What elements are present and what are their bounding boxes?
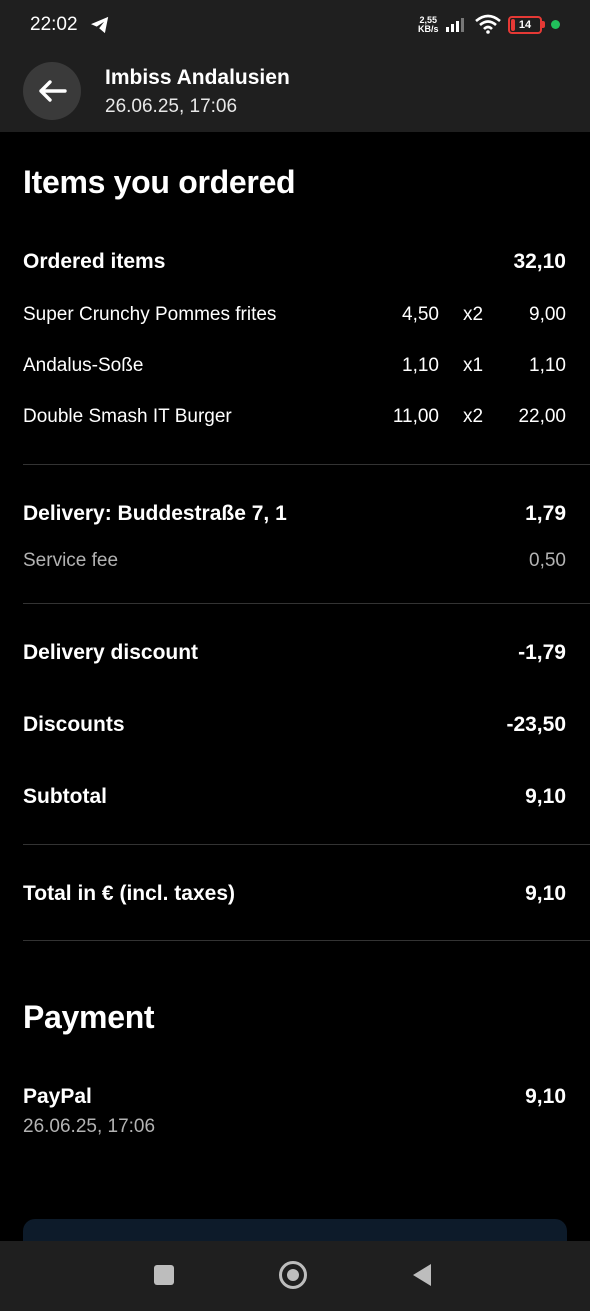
items-section-title: Items you ordered [23, 164, 296, 200]
battery-percentage: 14 [518, 19, 532, 31]
restaurant-name: Imbiss Andalusien [105, 66, 290, 89]
payment-amount: 9,10 [525, 1085, 566, 1108]
privacy-indicator-dot [551, 20, 560, 29]
signal-icon [446, 18, 464, 32]
app-header: Imbiss Andalusien 26.06.25, 17:06 [0, 52, 590, 132]
item-total: 22,00 [518, 406, 566, 427]
item-name: Andalus-Soße [23, 355, 144, 376]
item-total: 1,10 [529, 355, 566, 376]
item-name: Double Smash IT Burger [23, 406, 232, 427]
item-price: 11,00 [392, 406, 439, 427]
arrow-left-icon [39, 80, 67, 102]
divider [23, 464, 590, 465]
divider [23, 844, 590, 845]
item-quantity: x2 [463, 304, 484, 325]
order-datetime: 26.06.25, 17:06 [105, 96, 238, 117]
home-icon-dot [287, 1269, 299, 1281]
battery-icon: 14 [508, 16, 542, 34]
delivery-fee: 1,79 [525, 502, 566, 525]
ordered-items-total: 32,10 [513, 250, 566, 273]
home-icon[interactable] [279, 1261, 307, 1289]
payment-date: 26.06.25, 17:06 [23, 1116, 156, 1137]
network-speed: 2,55 KB/s [418, 15, 439, 34]
ordered-items-label: Ordered items [23, 250, 166, 273]
divider [23, 603, 590, 604]
telegram-icon [91, 16, 109, 34]
subtotal-label: Subtotal [23, 785, 107, 808]
item-price: 4,50 [402, 304, 439, 325]
back-triangle-icon[interactable] [412, 1263, 432, 1287]
total-value: 9,10 [525, 882, 566, 905]
discounts-value: -23,50 [506, 713, 566, 736]
item-name: Super Crunchy Pommes frites [23, 304, 277, 325]
battery-cap [542, 21, 545, 28]
divider [23, 940, 590, 941]
item-quantity: x2 [463, 406, 484, 427]
item-quantity: x1 [463, 355, 484, 376]
payment-method: PayPal [23, 1085, 92, 1108]
delivery-label: Delivery: Buddestraße 7, 1 [23, 502, 287, 525]
item-total: 9,00 [529, 304, 566, 325]
status-time: 22:02 [30, 14, 78, 35]
back-button[interactable] [23, 62, 81, 120]
status-bar: 22:02 2,55 KB/s 14 [0, 0, 590, 52]
subtotal-value: 9,10 [525, 785, 566, 808]
payment-section-title: Payment [23, 999, 155, 1035]
delivery-discount-label: Delivery discount [23, 641, 199, 664]
item-price: 1,10 [402, 355, 439, 376]
total-label: Total in € (incl. taxes) [23, 882, 235, 905]
delivery-discount-value: -1,79 [518, 641, 566, 664]
service-fee-value: 0,50 [529, 550, 566, 571]
recent-apps-icon[interactable] [154, 1265, 174, 1285]
wifi-icon [475, 14, 501, 34]
system-nav-bar [0, 1241, 590, 1311]
discounts-label: Discounts [23, 713, 125, 736]
service-fee-label: Service fee [23, 550, 119, 571]
